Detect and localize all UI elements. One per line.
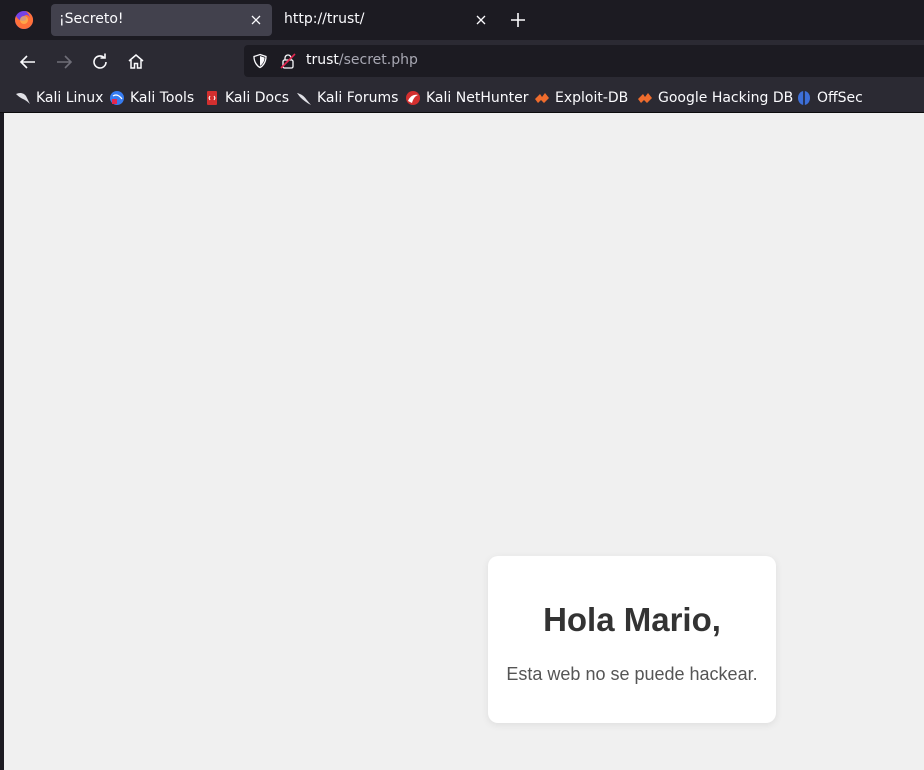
bookmark-offsec[interactable]: OffSec — [796, 88, 863, 108]
tab-title: ¡Secreto! — [59, 11, 124, 27]
navigation-toolbar: trust/secret.php — [0, 40, 924, 84]
tab-title: http://trust/ — [284, 11, 365, 27]
bookmark-kali-docs[interactable]: Kali Docs — [204, 88, 289, 108]
close-tab-icon[interactable] — [248, 12, 264, 28]
offsec-icon — [798, 91, 810, 105]
bookmark-label: Kali Tools — [130, 90, 195, 106]
tab-strip: ¡Secreto! http://trust/ — [0, 0, 924, 40]
message-card: Hola Mario, Esta web no se puede hackear… — [488, 556, 776, 723]
kali-docs-icon — [207, 91, 217, 105]
bookmark-exploit-db[interactable]: Exploit-DB — [534, 88, 628, 108]
insecure-lock-icon[interactable] — [280, 53, 296, 69]
close-tab-icon[interactable] — [473, 12, 489, 28]
new-tab-icon[interactable] — [508, 10, 528, 30]
url-text[interactable]: trust/secret.php — [306, 52, 418, 68]
greeting-heading: Hola Mario, — [543, 601, 721, 638]
bookmark-label: Kali Linux — [36, 90, 104, 106]
bookmark-label: Kali Forums — [317, 90, 399, 106]
bookmarks-toolbar: Kali Linux Kali Tools Kali Docs Kali For… — [0, 84, 924, 113]
url-host: trust — [306, 52, 339, 68]
message-text: Esta web no se puede hackear. — [506, 664, 758, 684]
bookmark-kali-nethunter[interactable]: Kali NetHunter — [405, 88, 528, 108]
forward-icon[interactable] — [53, 51, 75, 73]
bookmark-label: OffSec — [817, 90, 863, 106]
exploit-db-icon — [535, 93, 549, 103]
address-bar[interactable]: trust/secret.php — [244, 45, 924, 77]
home-icon[interactable] — [125, 51, 147, 73]
kali-dragon-icon — [16, 92, 30, 104]
nethunter-icon — [406, 91, 420, 105]
firefox-icon[interactable] — [14, 10, 34, 30]
shield-icon[interactable] — [252, 53, 268, 69]
back-icon[interactable] — [17, 51, 39, 73]
bookmark-label: Kali NetHunter — [426, 90, 529, 106]
bookmark-kali-tools[interactable]: Kali Tools — [109, 88, 194, 108]
bookmark-google-hacking-db[interactable]: Google Hacking DB — [637, 88, 793, 108]
tab-secreto[interactable]: ¡Secreto! — [51, 4, 272, 36]
kali-forums-icon — [297, 93, 311, 105]
bookmark-label: Kali Docs — [225, 90, 290, 106]
tab-trust[interactable]: http://trust/ — [276, 4, 497, 36]
bookmark-kali-forums[interactable]: Kali Forums — [296, 88, 398, 108]
bookmark-kali-linux[interactable]: Kali Linux — [15, 88, 103, 108]
bookmark-label: Exploit-DB — [555, 90, 629, 106]
kali-tools-icon — [110, 91, 124, 105]
reload-icon[interactable] — [89, 51, 111, 73]
ghdb-icon — [638, 93, 652, 103]
bookmark-label: Google Hacking DB — [658, 90, 794, 106]
page-viewport: Hola Mario, Esta web no se puede hackear… — [4, 113, 924, 770]
url-path: /secret.php — [338, 52, 418, 68]
